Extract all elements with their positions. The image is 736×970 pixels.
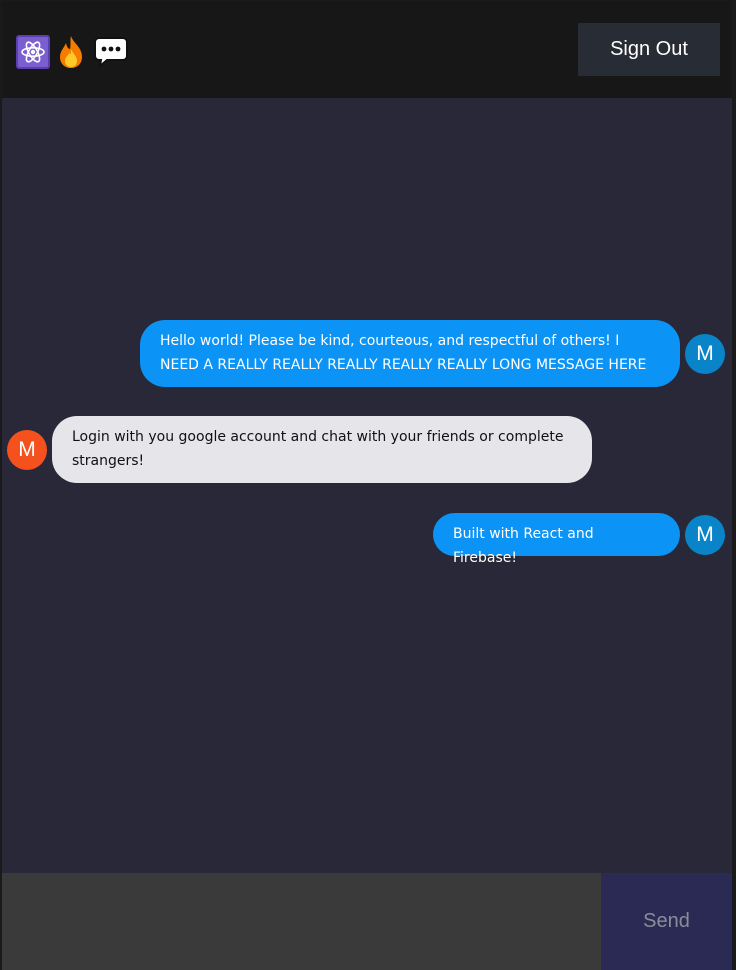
message-composer: Send bbox=[2, 873, 732, 970]
message-sent: Built with React and Firebase! M bbox=[433, 513, 725, 566]
chat-app: Sign Out Hello world! Please be kind, co… bbox=[2, 1, 732, 970]
app-header: Sign Out bbox=[2, 1, 732, 98]
message-bubble: Login with you google account and chat w… bbox=[52, 416, 592, 483]
avatar: M bbox=[685, 514, 725, 555]
send-button[interactable]: Send bbox=[601, 873, 732, 970]
message-sent: Hello world! Please be kind, courteous, … bbox=[140, 320, 725, 387]
speech-balloon-icon bbox=[92, 35, 130, 69]
avatar: M bbox=[7, 429, 47, 470]
avatar: M bbox=[685, 333, 725, 374]
fire-icon bbox=[54, 35, 88, 69]
atom-icon bbox=[16, 35, 50, 69]
message-bubble: Hello world! Please be kind, courteous, … bbox=[140, 320, 680, 387]
message-bubble: Built with React and Firebase! bbox=[433, 513, 680, 566]
message-received: M Login with you google account and chat… bbox=[7, 416, 592, 483]
message-input[interactable] bbox=[2, 873, 601, 970]
sign-out-button[interactable]: Sign Out bbox=[578, 23, 720, 76]
logo-emoji-row bbox=[16, 34, 130, 70]
